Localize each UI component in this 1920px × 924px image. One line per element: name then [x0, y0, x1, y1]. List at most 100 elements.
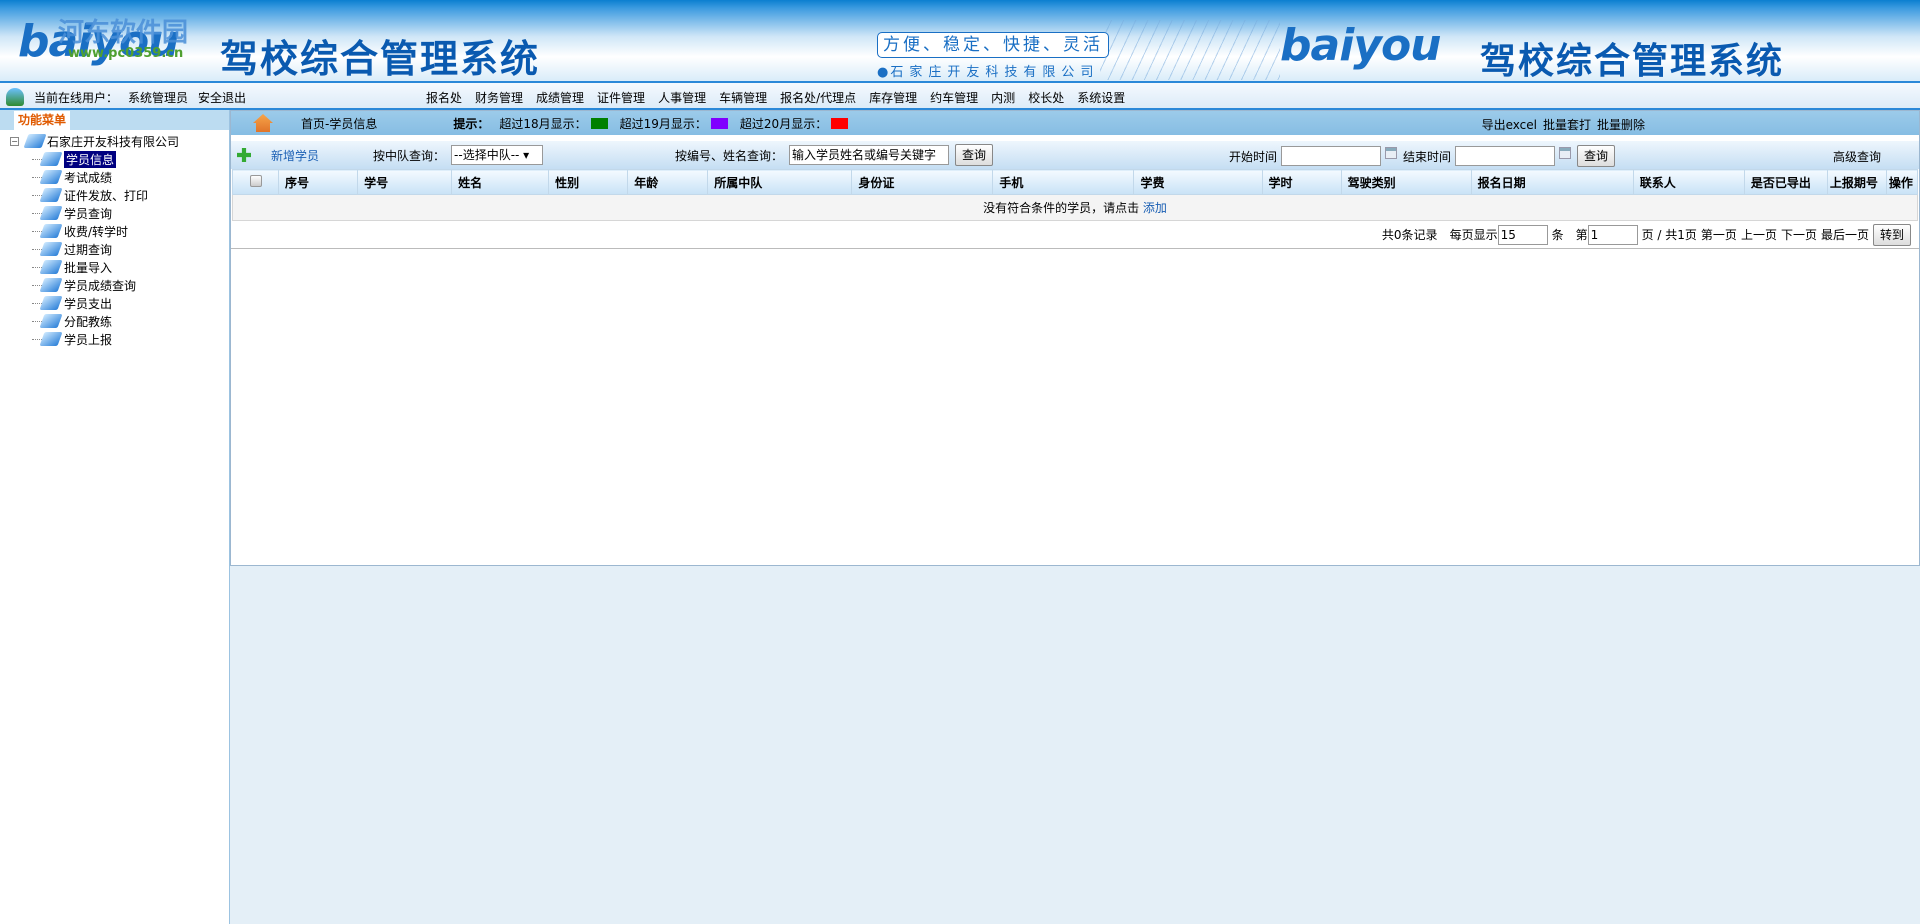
tree-root-label: 石家庄开友科技有限公司	[47, 134, 180, 149]
slogan: 方便、稳定、快捷、灵活	[877, 32, 1109, 58]
logo-right: baiyou	[1280, 20, 1442, 71]
column-header[interactable]: 报名日期	[1470, 169, 1634, 195]
sidebar-item-label: 证件发放、打印	[64, 188, 149, 203]
logout-link[interactable]: 安全退出	[198, 89, 246, 106]
nav-item[interactable]: 车辆管理	[719, 89, 767, 106]
search-toolbar: 新增学员 按中队查询： --选择中队-- ▾ 按编号、姓名查询： 输入学员姓名或…	[231, 141, 1919, 169]
sidebar-item-label: 收费/转学时	[64, 224, 129, 239]
start-time-label: 开始时间	[1229, 149, 1278, 164]
hint-20: 超过20月显示：	[739, 116, 828, 131]
column-header[interactable]: 身份证	[851, 169, 994, 195]
sidebar-item-label: 学员成绩查询	[64, 278, 137, 293]
start-time-input[interactable]	[1281, 146, 1382, 166]
nav-item[interactable]: 系统设置	[1077, 89, 1125, 106]
nav-item[interactable]: 人事管理	[658, 89, 706, 106]
hint-label: 提示：	[453, 116, 490, 131]
column-header[interactable]: 驾驶类别	[1340, 169, 1472, 195]
swatch-red	[831, 117, 849, 129]
header-banner: baiyou 河东软件园 www.pc0359.cn 驾校综合管理系统 方便、稳…	[0, 0, 1920, 81]
calendar-icon[interactable]	[1385, 147, 1398, 159]
add-icon[interactable]	[237, 148, 251, 162]
query-button[interactable]: 查询	[955, 144, 994, 166]
column-header[interactable]: 手机	[992, 169, 1135, 195]
sidebar-item[interactable]: 证件发放、打印	[10, 186, 229, 204]
system-title: 驾校综合管理系统	[220, 37, 541, 81]
advanced-search-link[interactable]: 高级查询	[1833, 148, 1881, 165]
batch-print-link[interactable]: 批量套打	[1543, 116, 1591, 133]
end-time-input[interactable]	[1455, 146, 1556, 166]
empty-row: 没有符合条件的学员，请点击 添加	[232, 194, 1918, 221]
nav-item[interactable]: 约车管理	[930, 89, 978, 106]
sidebar-item[interactable]: 考试成绩	[10, 168, 229, 186]
nav-item[interactable]: 成绩管理	[536, 89, 584, 106]
name-search-input[interactable]: 输入学员姓名或编号关键字	[789, 145, 950, 165]
per-page-label: 每页显示	[1449, 228, 1498, 242]
sidebar-item-label: 学员信息	[64, 150, 117, 168]
hint-legend: 提示： 超过18月显示： 超过19月显示： 超过20月显示：	[453, 115, 856, 132]
watermark: 河东软件园	[58, 18, 189, 48]
total-records: 共0条记录	[1381, 228, 1438, 242]
sidebar-item[interactable]: 收费/转学时	[10, 222, 229, 240]
date-query-button[interactable]: 查询	[1577, 145, 1616, 167]
column-header[interactable]: 姓名	[451, 169, 550, 195]
book-icon	[39, 332, 63, 346]
folder-icon	[23, 134, 47, 148]
nav-item[interactable]: 证件管理	[597, 89, 645, 106]
column-header[interactable]: 序号	[278, 169, 359, 195]
nav-item[interactable]: 财务管理	[475, 89, 523, 106]
column-header[interactable]: 学号	[357, 169, 453, 195]
nav-item[interactable]: 报名处/代理点	[780, 89, 856, 106]
sidebar-item[interactable]: 学员支出	[10, 294, 229, 312]
top-nav: 当前在线用户： 系统管理员 安全退出 报名处 财务管理 成绩管理 证件管理 人事管理 车辆…	[0, 81, 1920, 110]
page-input[interactable]: 1	[1587, 224, 1638, 245]
per-page-unit: 条	[1551, 228, 1564, 242]
add-student-link[interactable]: 新增学员	[271, 147, 319, 164]
next-page-link[interactable]: 下一页	[1781, 226, 1817, 243]
go-button[interactable]: 转到	[1872, 223, 1911, 246]
sidebar-item[interactable]: 分配教练	[10, 312, 229, 330]
add-link[interactable]: 添加	[1143, 201, 1167, 215]
column-header[interactable]: 性别	[548, 169, 629, 195]
team-select[interactable]: --选择中队-- ▾	[451, 145, 544, 165]
end-time-label: 结束时间	[1403, 149, 1452, 164]
pagination: 共0条记录 每页显示 15 条 第 1 页 / 共1页 第一页 上一页 下一页 …	[231, 221, 1919, 249]
sidebar-item-label: 学员查询	[64, 206, 113, 221]
last-page-link[interactable]: 最后一页	[1821, 226, 1869, 243]
hint-19: 超过19月显示：	[619, 116, 707, 131]
calendar-icon[interactable]	[1559, 147, 1572, 159]
book-icon	[39, 188, 63, 202]
column-header[interactable]: 年龄	[627, 169, 709, 195]
tree-root[interactable]: − 石家庄开友科技有限公司	[10, 132, 229, 150]
column-header[interactable]: 学费	[1133, 169, 1263, 195]
book-icon	[39, 314, 63, 328]
sidebar-item[interactable]: 学员信息	[10, 150, 229, 168]
sidebar-item[interactable]: 批量导入	[10, 258, 229, 276]
nav-item[interactable]: 库存管理	[869, 89, 917, 106]
sidebar-item[interactable]: 过期查询	[10, 240, 229, 258]
hint-18: 超过18月显示：	[499, 116, 587, 131]
export-excel-link[interactable]: 导出excel	[1482, 116, 1537, 133]
sidebar-item[interactable]: 学员查询	[10, 204, 229, 222]
column-header[interactable]: 联系人	[1632, 169, 1745, 195]
column-header[interactable]: 是否已导出	[1743, 169, 1828, 195]
column-header[interactable]: 上报期号	[1826, 169, 1887, 195]
column-header[interactable]: 学时	[1261, 169, 1342, 195]
student-table: 序号 学号 姓名 性别 年龄 所属中队 身份证 手机 学费 学时 驾驶类别 报名日期 联系人 是否已导出上…	[231, 169, 1919, 221]
nav-item[interactable]: 报名处	[426, 89, 462, 106]
first-page-link[interactable]: 第一页	[1701, 226, 1737, 243]
nav-item[interactable]: 校长处	[1028, 89, 1064, 106]
column-header[interactable]: 所属中队	[707, 169, 853, 195]
swatch-green	[590, 117, 608, 129]
select-all-checkbox[interactable]	[249, 174, 262, 187]
book-icon	[39, 152, 63, 166]
batch-delete-link[interactable]: 批量删除	[1597, 116, 1645, 133]
home-icon[interactable]	[253, 114, 273, 132]
sidebar-item[interactable]: 学员上报	[10, 330, 229, 348]
nav-item[interactable]: 内测	[991, 89, 1015, 106]
per-page-input[interactable]: 15	[1497, 224, 1548, 245]
sidebar-item[interactable]: 学员成绩查询	[10, 276, 229, 294]
collapse-icon[interactable]: −	[10, 136, 19, 146]
prev-page-link[interactable]: 上一页	[1741, 226, 1777, 243]
column-header[interactable]: 操作	[1885, 169, 1919, 195]
swatch-purple	[710, 117, 728, 129]
